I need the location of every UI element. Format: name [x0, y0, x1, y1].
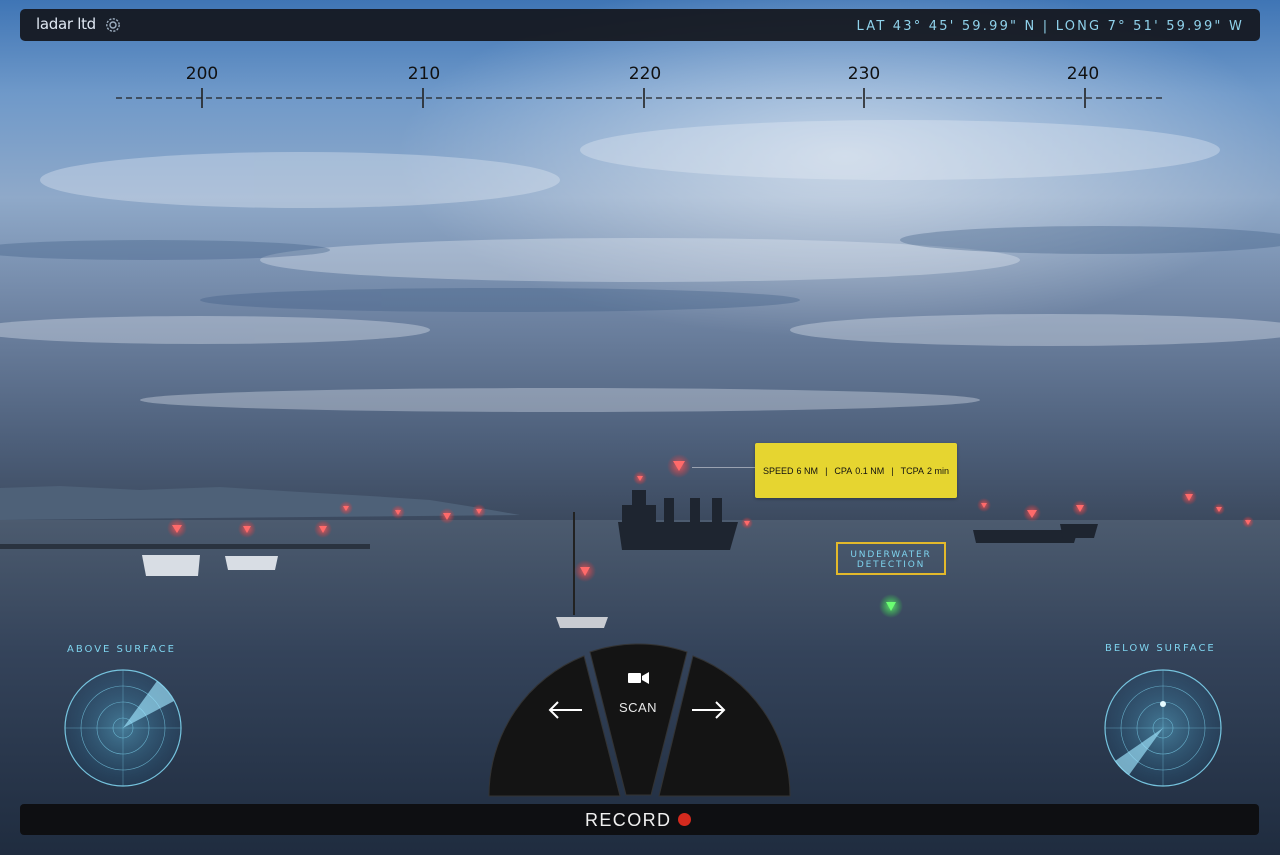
above-surface-label: ABOVE SURFACE — [67, 644, 176, 655]
compass-tick-label: 230 — [847, 64, 881, 84]
underwater-detection-box[interactable]: UNDERWATER DETECTION — [836, 542, 946, 575]
speed-value: 6 NM — [796, 465, 819, 476]
underwater-label-line2: DETECTION — [856, 560, 926, 570]
compass-tick-label: 240 — [1066, 64, 1100, 84]
tcpa-label: TCPA — [900, 465, 924, 476]
tcpa-value: 2 min — [926, 465, 949, 476]
underwater-label-line1: UNDERWATER — [850, 550, 932, 560]
compass-tick-label: 220 — [628, 64, 662, 84]
below-surface-radar[interactable] — [1103, 668, 1223, 788]
position-readout: LAT 43° 45' 59.99" N | LONG 7° 51' 59.99… — [856, 19, 1244, 34]
cpa-label: CPA — [834, 465, 853, 476]
top-bar: ladar ltd LAT 43° 45' 59.99" N | LONG 7°… — [20, 9, 1260, 41]
gear-icon[interactable] — [105, 17, 121, 33]
record-indicator-icon — [678, 813, 691, 826]
green-marker — [879, 594, 903, 618]
compass-heading: 200 210 220 230 240 — [0, 56, 1280, 116]
app-logo: ladar ltd — [36, 15, 96, 33]
record-label: RECORD — [585, 810, 672, 830]
cpa-value: 0.1 NM — [855, 465, 885, 476]
compass-tick-label: 200 — [185, 64, 219, 84]
below-surface-label: BELOW SURFACE — [1105, 643, 1216, 654]
above-surface-radar[interactable] — [63, 668, 183, 788]
record-button[interactable]: RECORD — [20, 804, 1259, 835]
scan-label: SCAN — [618, 700, 658, 715]
target-info-tooltip[interactable]: SPEED 6 NM | CPA 0.1 NM | TCPA 2 min — [755, 443, 957, 498]
compass-tick-label: 210 — [407, 64, 441, 84]
speed-label: SPEED — [763, 465, 794, 476]
tooltip-leader-line — [692, 467, 755, 468]
